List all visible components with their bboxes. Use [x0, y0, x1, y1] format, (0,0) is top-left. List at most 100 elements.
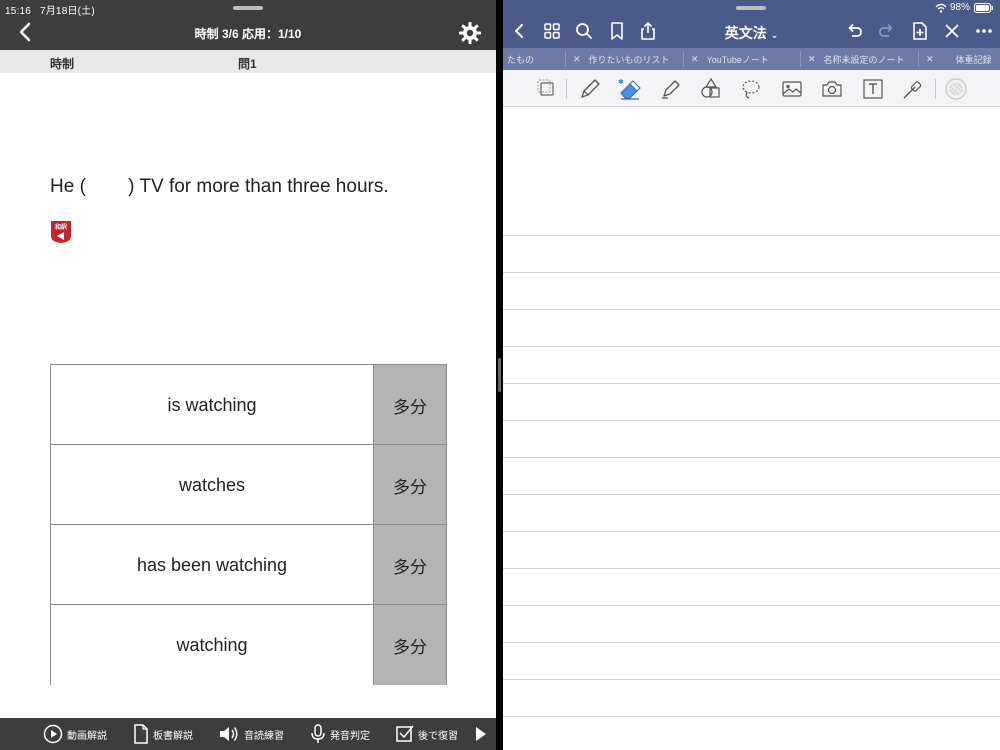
multitask-grabber[interactable] — [233, 6, 263, 10]
battery-icon — [974, 2, 993, 13]
confidence-button[interactable]: 多分 — [373, 445, 446, 525]
play-circle-icon — [43, 724, 63, 744]
add-page-icon[interactable] — [910, 21, 930, 41]
confidence-button[interactable]: 多分 — [373, 605, 446, 685]
ruled-line — [503, 494, 1000, 495]
split-handle[interactable] — [498, 358, 501, 392]
quiz-header: 15:16 7月18日(土) 時制 3/6 応用：1/10 — [0, 0, 496, 50]
choice-row[interactable]: has been watching 多分 — [51, 525, 446, 605]
text-box-icon[interactable] — [861, 77, 885, 101]
ruled-line — [503, 309, 1000, 310]
question-text: He ( ) TV for more than three hours. — [50, 176, 389, 197]
tab-item[interactable]: ✕ 作りたいものリスト — [573, 48, 670, 70]
tab-close-icon[interactable]: ✕ — [808, 54, 816, 65]
pronunciation-check-label: 発音判定 — [330, 730, 370, 742]
drawing-toolbar: ✱ — [503, 70, 1000, 107]
ruled-line — [503, 679, 1000, 680]
eraser-icon[interactable]: ✱ — [618, 77, 642, 101]
close-icon[interactable] — [942, 21, 962, 41]
color-icon[interactable] — [944, 77, 968, 101]
undo-icon[interactable] — [844, 21, 864, 41]
toolbar-separator — [935, 79, 936, 99]
lasso-icon[interactable] — [739, 77, 763, 101]
camera-icon[interactable] — [820, 77, 844, 101]
ruled-line — [503, 420, 1000, 421]
note-app-pane: 98% 英文法 ⌄ たもの ✕ 作りたいものリスト ✕ YouTubeノート ✕ 名称未… — [503, 0, 1000, 750]
ruled-line — [503, 716, 1000, 717]
note-page[interactable] — [503, 107, 1000, 750]
choice-row[interactable]: is watching 多分 — [51, 365, 446, 445]
status-time: 15:16 7月18日(土) — [5, 6, 95, 17]
toolbar-separator — [566, 79, 567, 99]
tab-close-icon[interactable]: ✕ — [573, 54, 581, 65]
notebook-tab-bar: たもの ✕ 作りたいものリスト ✕ YouTubeノート ✕ 名称未設定のノート ✕ 体… — [503, 48, 1000, 70]
choice-list: is watching 多分 watches 多分 has been watch… — [50, 364, 447, 685]
question-subheader: 時制 問1 — [0, 50, 496, 73]
wifi-icon — [935, 3, 947, 13]
board-explanation-label: 板書解説 — [153, 730, 193, 742]
speaker-icon — [220, 727, 238, 741]
pen-icon[interactable] — [578, 77, 602, 101]
choice-row[interactable]: watching 多分 — [51, 605, 446, 685]
ruled-line — [503, 272, 1000, 273]
split-divider[interactable] — [496, 0, 503, 750]
sub-category: 時制 — [50, 57, 75, 71]
next-arrow-icon[interactable] — [474, 725, 488, 743]
review-later-button[interactable]: 後で復習 — [396, 718, 458, 750]
svg-text:✱: ✱ — [618, 78, 624, 86]
choice-option[interactable]: watches — [51, 445, 373, 525]
confidence-button[interactable]: 多分 — [373, 365, 446, 445]
read-aloud-button[interactable]: 音読練習 — [218, 718, 284, 750]
ruled-line — [503, 235, 1000, 236]
ruled-line — [503, 346, 1000, 347]
more-icon[interactable] — [974, 21, 994, 41]
tab-item[interactable]: たもの — [507, 48, 534, 70]
tab-separator — [565, 51, 566, 67]
highlighter-icon[interactable] — [659, 77, 683, 101]
shapes-icon[interactable] — [699, 77, 723, 101]
tab-separator — [918, 51, 919, 67]
redo-icon[interactable] — [877, 21, 897, 41]
confidence-button[interactable]: 多分 — [373, 525, 446, 605]
quiz-title: 時制 3/6 応用：1/10 — [194, 27, 302, 41]
image-icon[interactable] — [780, 77, 804, 101]
review-later-label: 後で復習 — [418, 730, 458, 742]
tab-close-icon[interactable]: ✕ — [926, 54, 934, 65]
battery-percent: 98% — [949, 2, 970, 13]
ruled-line — [503, 457, 1000, 458]
quiz-app-pane: 15:16 7月18日(土) 時制 3/6 応用：1/10 時制 問1 He (… — [0, 0, 496, 750]
board-explanation-button[interactable]: 板書解説 — [133, 718, 193, 750]
checkbox-icon — [396, 725, 414, 742]
choice-row[interactable]: watches 多分 — [51, 445, 446, 525]
tab-item[interactable]: ✕ 体重記録 — [926, 48, 992, 70]
lasso-select-icon[interactable] — [535, 77, 559, 101]
document-icon — [134, 724, 148, 744]
microphone-icon — [311, 724, 325, 743]
ruled-line — [503, 383, 1000, 384]
svg-text:和訳: 和訳 — [54, 223, 68, 231]
title-chevron-icon: ⌄ — [770, 30, 779, 40]
choice-option[interactable]: has been watching — [51, 525, 373, 605]
video-explanation-button[interactable]: 動画解説 — [43, 718, 107, 750]
tab-close-icon[interactable]: ✕ — [691, 54, 699, 65]
ruled-line — [503, 531, 1000, 532]
laser-pointer-icon[interactable] — [901, 77, 925, 101]
tab-separator — [683, 51, 684, 67]
choice-option[interactable]: watching — [51, 605, 373, 685]
ruled-line — [503, 568, 1000, 569]
question-number: 問1 — [238, 57, 257, 71]
tab-item[interactable]: ✕ YouTubeノート — [691, 48, 769, 70]
ruled-line — [503, 642, 1000, 643]
tab-item[interactable]: ✕ 名称未設定のノート — [808, 48, 905, 70]
multitask-grabber[interactable] — [736, 6, 766, 10]
note-header: 98% 英文法 ⌄ — [503, 0, 1000, 48]
gear-icon[interactable] — [458, 21, 482, 45]
tab-separator — [800, 51, 801, 67]
quiz-footer-toolbar: 動画解説 板書解説 音読練習 発音判定 後で復習 — [0, 718, 496, 750]
choice-option[interactable]: is watching — [51, 365, 373, 445]
pronunciation-check-button[interactable]: 発音判定 — [310, 718, 370, 750]
video-explanation-label: 動画解説 — [67, 730, 107, 742]
read-aloud-label: 音読練習 — [244, 730, 284, 742]
split-view: 15:16 7月18日(土) 時制 3/6 応用：1/10 時制 問1 He (… — [0, 0, 1000, 750]
wayaku-audio-icon[interactable]: 和訳 — [50, 220, 72, 244]
